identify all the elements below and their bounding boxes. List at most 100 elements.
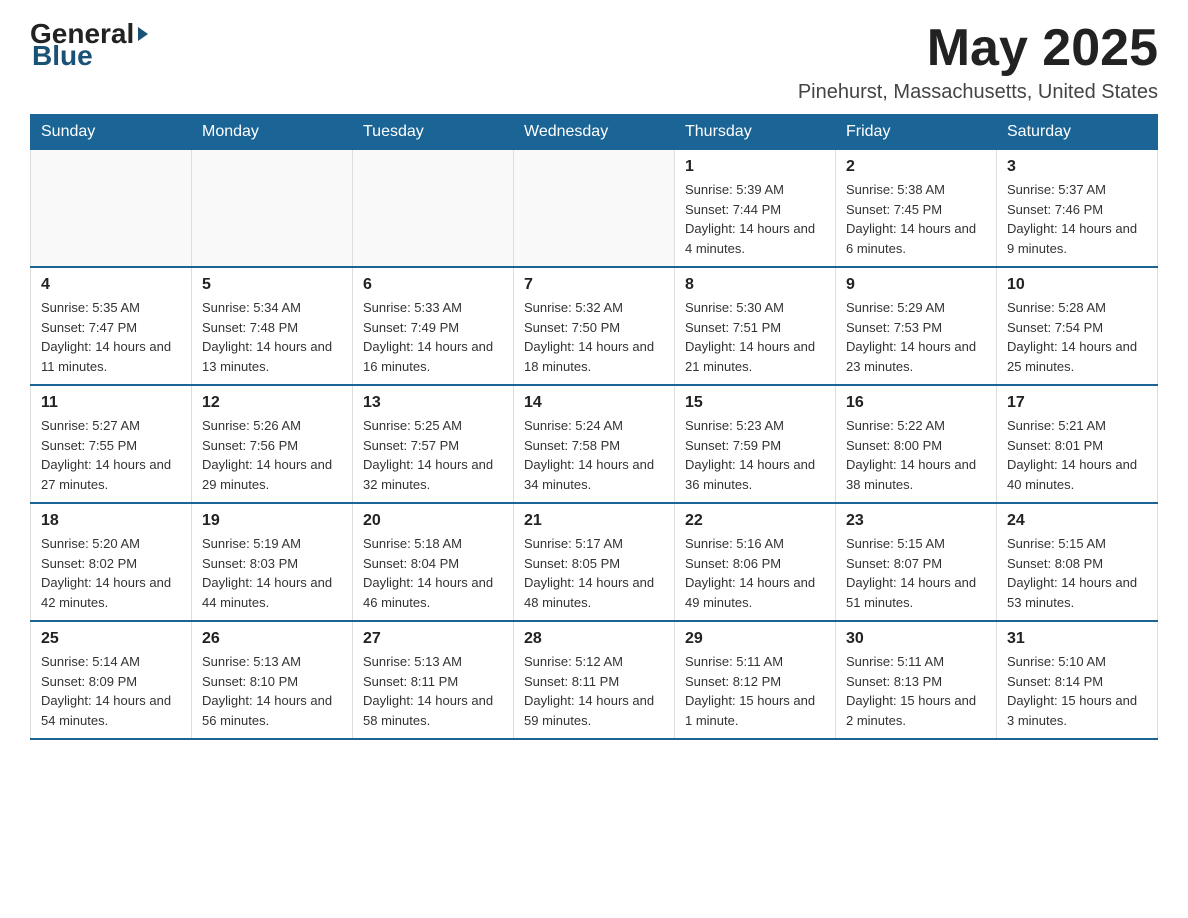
calendar-week-row: 11 Sunrise: 5:27 AM Sunset: 7:55 PM Dayli… [31,385,1158,503]
header-day-wednesday: Wednesday [514,115,675,150]
calendar-day-31: 31Sunrise: 5:10 AM Sunset: 8:14 PM Dayli… [997,621,1158,739]
day-info: Sunrise: 5:10 AM Sunset: 8:14 PM Dayligh… [1007,652,1147,730]
day-info: Sunrise: 5:26 AM Sunset: 7:56 PM Dayligh… [202,416,342,494]
day-info: Sunrise: 5:19 AM Sunset: 8:03 PM Dayligh… [202,534,342,612]
empty-cell [31,150,192,268]
calendar-day-19: 19Sunrise: 5:19 AM Sunset: 8:03 PM Dayli… [192,503,353,621]
day-number: 11 [41,394,181,412]
calendar-day-6: 6Sunrise: 5:33 AM Sunset: 7:49 PM Daylig… [353,267,514,385]
calendar-day-26: 26 Sunrise: 5:13 AM Sunset: 8:10 PM Dayli… [192,621,353,739]
day-info: Sunrise: 5:13 AM Sunset: 8:10 PM Dayligh… [202,652,342,730]
calendar-location: Pinehurst, Massachusetts, United States [798,81,1158,104]
day-info: Sunrise: 5:16 AM Sunset: 8:06 PM Dayligh… [685,534,825,612]
day-info: Sunrise: 5:13 AM Sunset: 8:11 PM Dayligh… [363,652,503,730]
day-info: Sunrise: 5:37 AM Sunset: 7:46 PM Dayligh… [1007,180,1147,258]
day-info: Sunrise: 5:21 AM Sunset: 8:01 PM Dayligh… [1007,416,1147,494]
day-info: Sunrise: 5:34 AM Sunset: 7:48 PM Dayligh… [202,298,342,376]
calendar-day-8: 8 Sunrise: 5:30 AM Sunset: 7:51 PM Daylig… [675,267,836,385]
day-number: 30 [846,630,986,648]
empty-cell [514,150,675,268]
day-number: 25 [41,630,181,648]
calendar-title: May 2025 [798,20,1158,77]
calendar-day-24: 24 Sunrise: 5:15 AM Sunset: 8:08 PM Dayli… [997,503,1158,621]
day-info: Sunrise: 5:25 AM Sunset: 7:57 PM Dayligh… [363,416,503,494]
calendar-week-row: 25 Sunrise: 5:14 AM Sunset: 8:09 PM Dayli… [31,621,1158,739]
calendar-day-12: 12Sunrise: 5:26 AM Sunset: 7:56 PM Dayli… [192,385,353,503]
day-info: Sunrise: 5:20 AM Sunset: 8:02 PM Dayligh… [41,534,181,612]
calendar-header-row: SundayMondayTuesdayWednesdayThursdayFrid… [31,115,1158,150]
day-number: 2 [846,158,986,176]
day-number: 23 [846,512,986,530]
header-day-sunday: Sunday [31,115,192,150]
calendar-day-27: 27 Sunrise: 5:13 AM Sunset: 8:11 PM Dayli… [353,621,514,739]
header-day-monday: Monday [192,115,353,150]
day-info: Sunrise: 5:28 AM Sunset: 7:54 PM Dayligh… [1007,298,1147,376]
day-info: Sunrise: 5:32 AM Sunset: 7:50 PM Dayligh… [524,298,664,376]
day-number: 10 [1007,276,1147,294]
day-info: Sunrise: 5:23 AM Sunset: 7:59 PM Dayligh… [685,416,825,494]
header-day-thursday: Thursday [675,115,836,150]
calendar-day-15: 15 Sunrise: 5:23 AM Sunset: 7:59 PM Dayli… [675,385,836,503]
day-number: 13 [363,394,503,412]
logo: General Blue [30,20,152,72]
day-info: Sunrise: 5:22 AM Sunset: 8:00 PM Dayligh… [846,416,986,494]
calendar-day-25: 25 Sunrise: 5:14 AM Sunset: 8:09 PM Dayli… [31,621,192,739]
day-number: 21 [524,512,664,530]
calendar-day-4: 4Sunrise: 5:35 AM Sunset: 7:47 PM Daylig… [31,267,192,385]
day-number: 28 [524,630,664,648]
day-number: 3 [1007,158,1147,176]
calendar-day-23: 23 Sunrise: 5:15 AM Sunset: 8:07 PM Dayli… [836,503,997,621]
empty-cell [192,150,353,268]
day-number: 5 [202,276,342,294]
day-number: 24 [1007,512,1147,530]
day-number: 29 [685,630,825,648]
day-number: 27 [363,630,503,648]
empty-cell [353,150,514,268]
day-info: Sunrise: 5:39 AM Sunset: 7:44 PM Dayligh… [685,180,825,258]
header-day-saturday: Saturday [997,115,1158,150]
calendar-day-18: 18 Sunrise: 5:20 AM Sunset: 8:02 PM Dayli… [31,503,192,621]
calendar-day-17: 17 Sunrise: 5:21 AM Sunset: 8:01 PM Dayli… [997,385,1158,503]
day-number: 14 [524,394,664,412]
calendar-day-2: 2 Sunrise: 5:38 AM Sunset: 7:45 PM Daylig… [836,150,997,268]
calendar-day-22: 22 Sunrise: 5:16 AM Sunset: 8:06 PM Dayli… [675,503,836,621]
day-info: Sunrise: 5:35 AM Sunset: 7:47 PM Dayligh… [41,298,181,376]
calendar-day-28: 28 Sunrise: 5:12 AM Sunset: 8:11 PM Dayli… [514,621,675,739]
day-info: Sunrise: 5:11 AM Sunset: 8:13 PM Dayligh… [846,652,986,730]
day-info: Sunrise: 5:14 AM Sunset: 8:09 PM Dayligh… [41,652,181,730]
day-info: Sunrise: 5:12 AM Sunset: 8:11 PM Dayligh… [524,652,664,730]
day-number: 22 [685,512,825,530]
day-info: Sunrise: 5:15 AM Sunset: 8:07 PM Dayligh… [846,534,986,612]
day-number: 17 [1007,394,1147,412]
day-number: 8 [685,276,825,294]
day-info: Sunrise: 5:38 AM Sunset: 7:45 PM Dayligh… [846,180,986,258]
day-info: Sunrise: 5:27 AM Sunset: 7:55 PM Dayligh… [41,416,181,494]
day-number: 15 [685,394,825,412]
day-info: Sunrise: 5:30 AM Sunset: 7:51 PM Dayligh… [685,298,825,376]
header-day-tuesday: Tuesday [353,115,514,150]
day-info: Sunrise: 5:15 AM Sunset: 8:08 PM Dayligh… [1007,534,1147,612]
calendar-table: SundayMondayTuesdayWednesdayThursdayFrid… [30,114,1158,740]
calendar-day-29: 29 Sunrise: 5:11 AM Sunset: 8:12 PM Dayli… [675,621,836,739]
day-number: 6 [363,276,503,294]
calendar-week-row: 18 Sunrise: 5:20 AM Sunset: 8:02 PM Dayli… [31,503,1158,621]
header-day-friday: Friday [836,115,997,150]
day-info: Sunrise: 5:18 AM Sunset: 8:04 PM Dayligh… [363,534,503,612]
day-number: 9 [846,276,986,294]
calendar-day-30: 30 Sunrise: 5:11 AM Sunset: 8:13 PM Dayli… [836,621,997,739]
day-number: 18 [41,512,181,530]
page-header: General Blue May 2025 Pinehurst, Massach… [30,20,1158,104]
logo-arrow-icon [134,25,152,43]
calendar-day-16: 16Sunrise: 5:22 AM Sunset: 8:00 PM Dayli… [836,385,997,503]
calendar-day-11: 11 Sunrise: 5:27 AM Sunset: 7:55 PM Dayli… [31,385,192,503]
day-number: 1 [685,158,825,176]
calendar-day-7: 7Sunrise: 5:32 AM Sunset: 7:50 PM Daylig… [514,267,675,385]
day-number: 20 [363,512,503,530]
day-number: 26 [202,630,342,648]
calendar-week-row: 4Sunrise: 5:35 AM Sunset: 7:47 PM Daylig… [31,267,1158,385]
calendar-day-1: 1 Sunrise: 5:39 AM Sunset: 7:44 PM Daylig… [675,150,836,268]
day-info: Sunrise: 5:17 AM Sunset: 8:05 PM Dayligh… [524,534,664,612]
day-info: Sunrise: 5:11 AM Sunset: 8:12 PM Dayligh… [685,652,825,730]
day-info: Sunrise: 5:29 AM Sunset: 7:53 PM Dayligh… [846,298,986,376]
calendar-day-9: 9 Sunrise: 5:29 AM Sunset: 7:53 PM Daylig… [836,267,997,385]
